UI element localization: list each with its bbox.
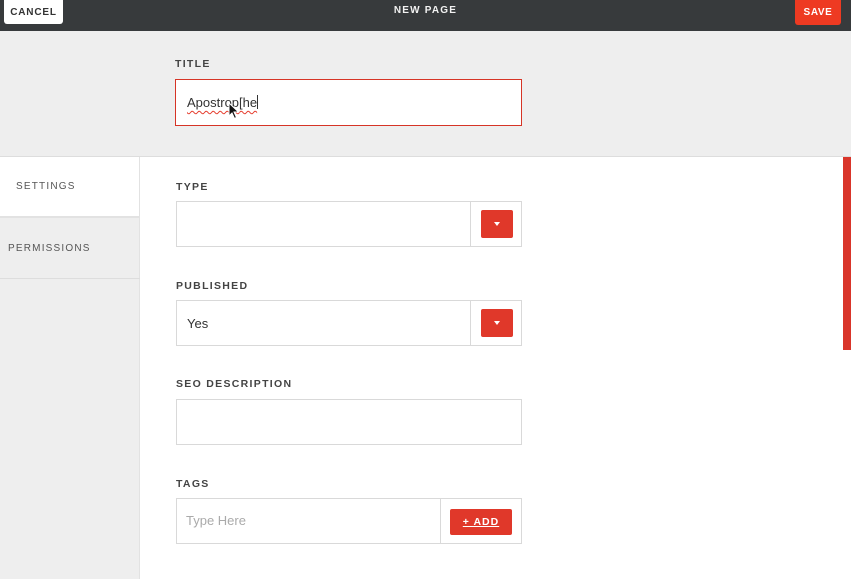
seo-description-input[interactable] [176, 399, 522, 445]
tags-input[interactable]: Type Here [186, 513, 246, 528]
published-select-value: Yes [187, 316, 209, 331]
select-divider [470, 202, 471, 246]
top-bar: CANCEL NEW PAGE SAVE [0, 0, 851, 31]
type-label: TYPE [176, 181, 209, 193]
tags-label: TAGS [176, 478, 210, 490]
save-button[interactable]: SAVE [795, 0, 841, 25]
published-dropdown-button[interactable] [481, 309, 513, 337]
seo-description-label: SEO DESCRIPTION [176, 378, 293, 390]
add-tag-label: + ADD [462, 516, 500, 528]
title-input-value: Apostrop[he [187, 95, 258, 110]
tab-permissions[interactable]: PERMISSIONS [0, 218, 140, 279]
type-dropdown-button[interactable] [481, 210, 513, 238]
add-tag-button[interactable]: + ADD [450, 509, 512, 535]
chevron-down-icon [494, 321, 500, 325]
published-label: PUBLISHED [176, 280, 249, 292]
title-section: TITLE Apostrop[he [0, 31, 851, 157]
tags-field: Type Here + ADD [176, 498, 522, 544]
page-title: NEW PAGE [393, 5, 458, 16]
text-caret [257, 95, 259, 109]
select-divider [470, 301, 471, 345]
type-select[interactable] [176, 201, 522, 247]
tags-divider [440, 499, 441, 543]
tab-settings[interactable]: SETTINGS [0, 157, 139, 218]
published-select[interactable]: Yes [176, 300, 522, 346]
mouse-pointer-icon [228, 102, 240, 120]
scrollbar-thumb[interactable] [843, 157, 851, 350]
settings-sidebar: SETTINGS PERMISSIONS [0, 157, 140, 579]
title-label: TITLE [175, 58, 211, 70]
chevron-down-icon [494, 222, 500, 226]
